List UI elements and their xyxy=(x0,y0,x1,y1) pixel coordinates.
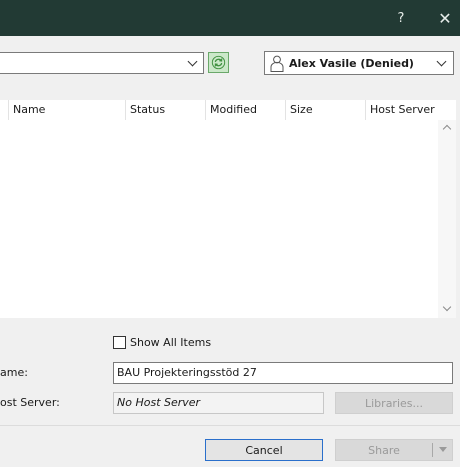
chevron-down-icon xyxy=(436,56,447,67)
vertical-scrollbar[interactable] xyxy=(438,120,456,318)
scroll-down-icon[interactable] xyxy=(442,302,452,312)
refresh-button[interactable] xyxy=(208,52,229,73)
share-split-button[interactable]: Share xyxy=(335,439,453,461)
user-label: Alex Vasile (Denied) xyxy=(289,57,414,70)
libraries-button[interactable]: Libraries... xyxy=(335,392,453,414)
show-all-items-option[interactable]: Show All Items xyxy=(113,335,211,350)
close-button[interactable]: ✕ xyxy=(430,0,460,36)
chevron-down-icon[interactable] xyxy=(439,447,447,452)
name-input[interactable]: BAU Projekteringsstöd 27 xyxy=(113,362,453,384)
show-all-items-label: Show All Items xyxy=(130,336,212,349)
project-list[interactable]: Name Status Modified Size Host Server xyxy=(0,100,456,318)
name-label: ame: xyxy=(0,366,28,379)
footer-divider xyxy=(0,425,460,426)
host-server-label: ost Server: xyxy=(0,396,60,409)
refresh-icon xyxy=(211,55,226,70)
help-button[interactable]: ? xyxy=(386,0,416,36)
column-header-status[interactable]: Status xyxy=(125,100,205,120)
cancel-button[interactable]: Cancel xyxy=(205,439,323,461)
user-dropdown[interactable]: Alex Vasile (Denied) xyxy=(264,51,454,75)
column-header-size[interactable]: Size xyxy=(285,100,365,120)
share-button-label: Share xyxy=(368,443,400,457)
user-icon xyxy=(270,55,284,72)
chevron-down-icon xyxy=(187,56,198,67)
column-header-name[interactable]: Name xyxy=(8,100,125,120)
column-header-host-server[interactable]: Host Server xyxy=(365,100,438,120)
column-header-modified[interactable]: Modified xyxy=(205,100,285,120)
location-dropdown[interactable] xyxy=(0,52,204,74)
scroll-up-icon[interactable] xyxy=(442,124,452,134)
host-server-field: No Host Server xyxy=(113,392,324,414)
share-separator xyxy=(432,443,433,457)
title-bar: ? ✕ xyxy=(0,0,460,36)
show-all-items-checkbox[interactable] xyxy=(113,336,126,349)
